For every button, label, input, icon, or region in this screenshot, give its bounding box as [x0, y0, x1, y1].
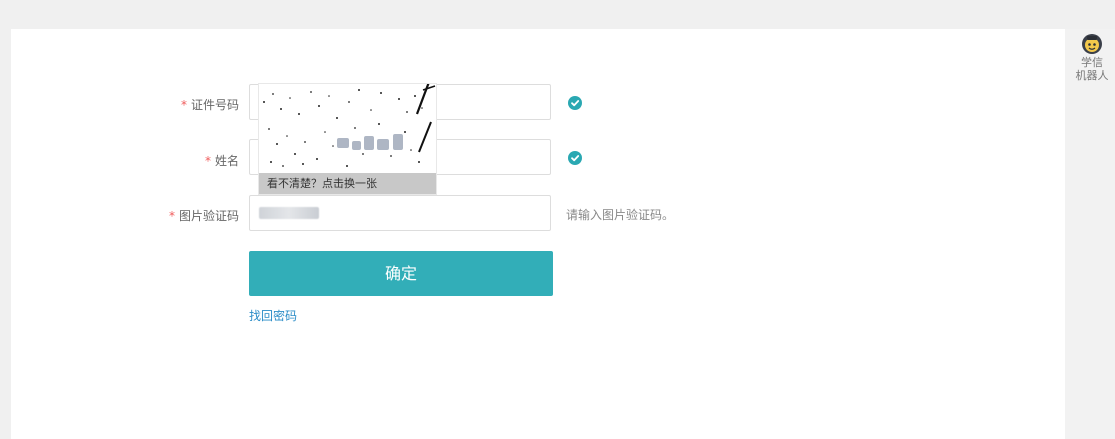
assistant-label-line2: 机器人	[1075, 69, 1109, 82]
id-valid-check-icon	[568, 96, 582, 110]
assistant-robot-button[interactable]: 学信 机器人	[1072, 32, 1112, 82]
name-label: * 姓名	[149, 152, 239, 169]
captcha-refresh-hint[interactable]: 看不清楚？点击换一张	[259, 173, 436, 194]
side-toolbar	[1065, 29, 1115, 439]
captcha-input[interactable]	[249, 195, 551, 231]
robot-avatar-icon	[1082, 34, 1102, 54]
confirm-button[interactable]: 确定	[249, 251, 553, 296]
name-valid-check-icon	[568, 151, 582, 165]
captcha-image-popup[interactable]: 看不清楚？点击换一张	[258, 83, 437, 195]
name-label-text: 姓名	[214, 154, 239, 168]
assistant-label-line1: 学信	[1081, 56, 1103, 69]
captcha-label-text: 图片验证码	[178, 209, 239, 223]
id-number-label-text: 证件号码	[190, 98, 239, 112]
captcha-label: * 图片验证码	[149, 207, 239, 224]
required-mark: *	[180, 98, 187, 112]
id-number-label: * 证件号码	[149, 96, 239, 113]
required-mark: *	[168, 209, 175, 223]
captcha-hint: 请输入图片验证码。	[566, 208, 675, 222]
required-mark: *	[204, 154, 211, 168]
captcha-image	[259, 84, 436, 176]
captcha-input-value-blurred	[259, 207, 319, 219]
forgot-password-link[interactable]: 找回密码	[249, 307, 297, 324]
